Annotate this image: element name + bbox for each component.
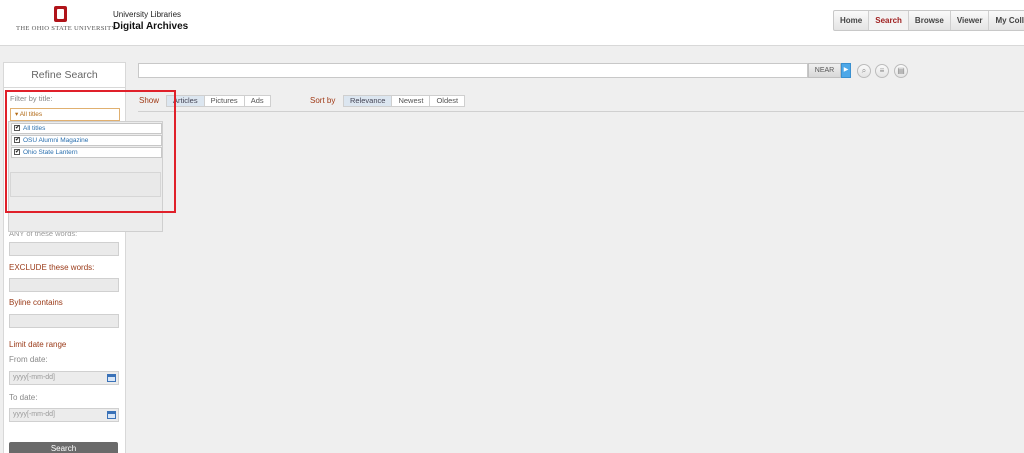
- osu-logo[interactable]: THE OHIO STATE UNIVERSITY: [16, 6, 116, 40]
- osu-block-o-icon: [54, 6, 67, 22]
- show-filter-group: Articles Pictures Ads: [166, 95, 271, 107]
- title-dropdown-list: ✔ All titles ✔ OSU Alumni Magazine ✔ Ohi…: [8, 121, 163, 232]
- nav-search[interactable]: Search: [868, 11, 908, 30]
- byline-input[interactable]: [9, 314, 119, 328]
- sort-by-label: Sort by: [310, 96, 336, 105]
- search-input[interactable]: [138, 63, 808, 78]
- calendar-icon[interactable]: [107, 374, 116, 382]
- search-icon[interactable]: ⌕: [857, 64, 871, 78]
- calendar-icon[interactable]: [107, 411, 116, 419]
- nav-viewer[interactable]: Viewer: [949, 11, 989, 30]
- show-ads[interactable]: Ads: [243, 96, 270, 106]
- brand-line2: Digital Archives: [113, 21, 189, 32]
- from-date-label: From date:: [9, 355, 48, 364]
- near-button[interactable]: NEAR: [808, 63, 841, 78]
- title-option-label: All titles: [23, 125, 46, 132]
- nav-browse[interactable]: Browse: [907, 11, 950, 30]
- sidebar-divider: [4, 87, 125, 88]
- near-arrow-icon[interactable]: ▶: [841, 63, 851, 78]
- show-articles[interactable]: Articles: [167, 96, 204, 106]
- brand-line1: University Libraries: [113, 10, 182, 19]
- title-filter-dropdown[interactable]: ▾ All titles: [10, 108, 120, 121]
- to-date-input[interactable]: yyyy[-mm-dd]: [9, 408, 119, 422]
- top-navigation: Home Search Browse Viewer My Collecti: [833, 10, 1024, 31]
- search-button[interactable]: Search: [9, 442, 118, 453]
- logo-text: THE OHIO STATE UNIVERSITY: [16, 25, 117, 32]
- from-date-placeholder: yyyy[-mm-dd]: [13, 374, 55, 381]
- title-option-label: Ohio State Lantern: [23, 149, 78, 156]
- title-option-label: OSU Alumni Magazine: [23, 137, 89, 144]
- checkbox-checked-icon[interactable]: ✔: [14, 149, 20, 155]
- save-icon[interactable]: ▤: [894, 64, 908, 78]
- title-option-lantern[interactable]: ✔ Ohio State Lantern: [11, 147, 162, 158]
- checkbox-checked-icon[interactable]: ✔: [14, 137, 20, 143]
- app-header: THE OHIO STATE UNIVERSITY University Lib…: [0, 0, 1024, 46]
- sort-oldest[interactable]: Oldest: [429, 96, 464, 106]
- filter-by-title-label: Filter by title:: [10, 94, 53, 103]
- title-option-all[interactable]: ✔ All titles: [11, 123, 162, 134]
- any-words-input[interactable]: [9, 242, 119, 256]
- show-label: Show: [139, 96, 160, 105]
- checkbox-checked-icon[interactable]: ✔: [14, 125, 20, 131]
- exclude-words-input[interactable]: [9, 278, 119, 292]
- sort-newest[interactable]: Newest: [391, 96, 429, 106]
- to-date-placeholder: yyyy[-mm-dd]: [13, 411, 55, 418]
- from-date-input[interactable]: yyyy[-mm-dd]: [9, 371, 119, 385]
- list-icon[interactable]: ≡: [875, 64, 889, 78]
- byline-label: Byline contains: [9, 298, 63, 307]
- refine-search-title: Refine Search: [31, 69, 98, 81]
- title-option-alumni-magazine[interactable]: ✔ OSU Alumni Magazine: [11, 135, 162, 146]
- results-divider: [138, 111, 1024, 112]
- sort-options-group: Relevance Newest Oldest: [343, 95, 466, 107]
- nav-home[interactable]: Home: [834, 11, 868, 30]
- sort-relevance[interactable]: Relevance: [344, 96, 392, 106]
- date-range-label: Limit date range: [9, 340, 67, 349]
- dropdown-empty-area: [10, 172, 161, 197]
- exclude-words-label: EXCLUDE these words:: [9, 263, 95, 272]
- nav-my-collections[interactable]: My Collecti: [988, 11, 1024, 30]
- show-pictures[interactable]: Pictures: [203, 96, 244, 106]
- to-date-label: To date:: [9, 393, 38, 402]
